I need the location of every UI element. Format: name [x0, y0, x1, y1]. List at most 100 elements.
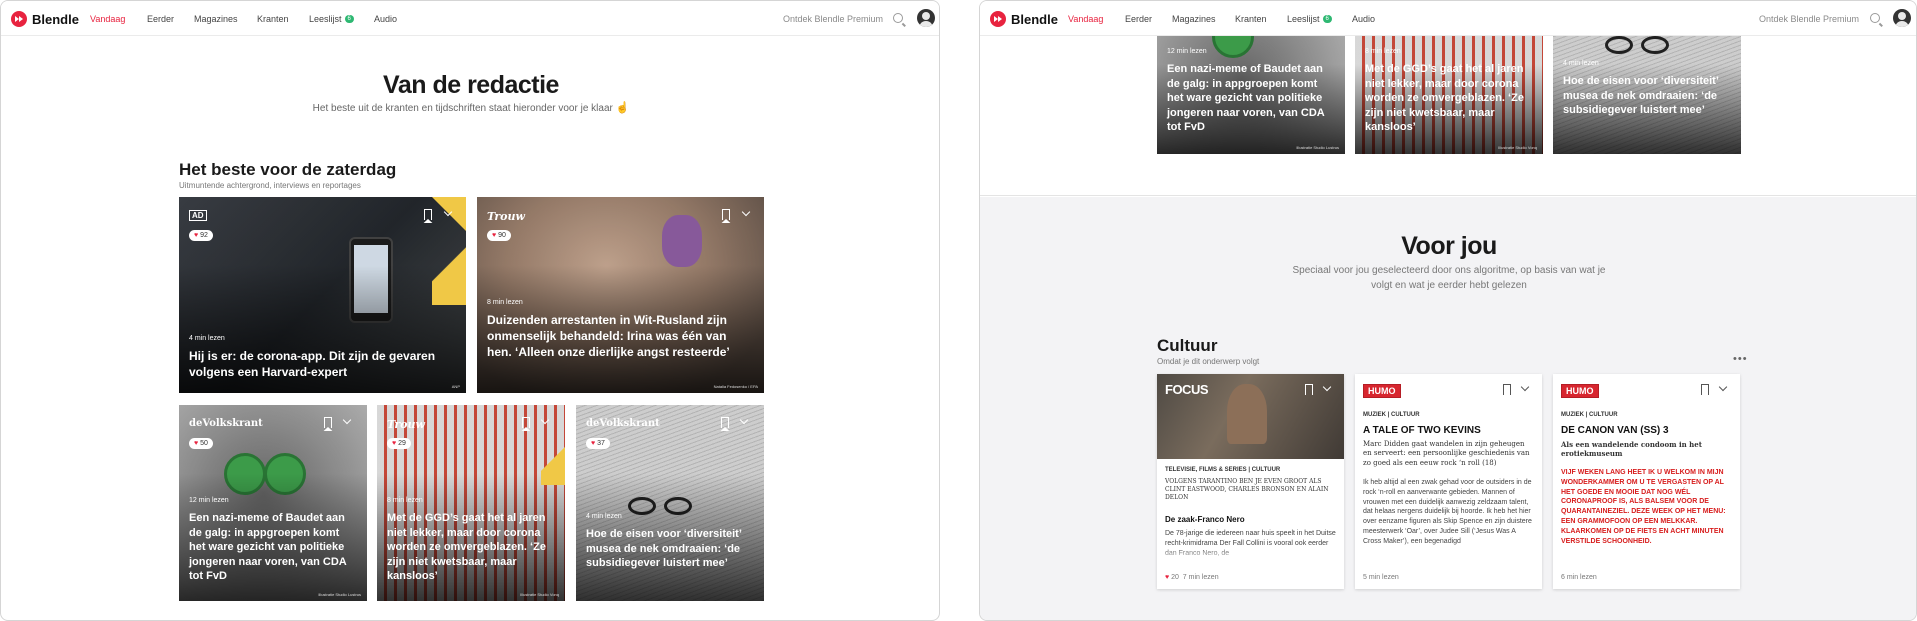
blendle-logo-icon [11, 11, 27, 27]
nav-item-leeslijst[interactable]: Leeslijst 6 [1287, 14, 1332, 24]
publisher-logo: deVolkskrant [586, 418, 660, 429]
reading-time: 4 min lezen [189, 335, 225, 342]
bookmark-icon[interactable] [424, 209, 432, 220]
publisher-logo: FOCUS [1165, 382, 1209, 397]
publisher-logo: HUMO [1561, 384, 1599, 398]
article-meta: ♥ 20 7 min lezen [1165, 574, 1219, 581]
article-title: Duizenden arrestanten in Wit-Rusland zij… [487, 313, 730, 359]
scrolled-section: 12 min lezen Een nazi-meme of Baudet aan… [980, 16, 1916, 196]
article-card[interactable]: 8 min lezen Met de GGD’s gaat het al jar… [1355, 16, 1543, 154]
article-kicker: VOLGENS TARANTINO BEN JE EVEN GROOT ALS … [1165, 478, 1329, 502]
article-card[interactable]: Trouw ♥ 29 8 min lezen Met de GGD’s gaat… [377, 405, 565, 601]
article-card[interactable]: 12 min lezen Een nazi-meme of Baudet aan… [1157, 16, 1345, 154]
heart-icon: ♥ [1165, 574, 1170, 581]
avatar[interactable] [1893, 9, 1911, 27]
article-title: Hoe de eisen voor ‘diversiteit’ musea de… [1563, 75, 1719, 117]
photo-credit: Illustratie Studio Vonq [520, 592, 559, 597]
page-title: Van de redactie [383, 71, 559, 99]
nav-item-audio[interactable]: Audio [374, 14, 397, 24]
nav-item-eerder[interactable]: Eerder [1125, 14, 1152, 24]
article-card[interactable]: 4 min lezen Hoe de eisen voor ‘diversite… [1553, 16, 1741, 154]
bookmark-icon[interactable] [1305, 384, 1313, 395]
article-card[interactable]: AD ♥ 92 4 min lezen Hij is er: de corona… [179, 197, 466, 393]
like-count[interactable]: ♥ 37 [586, 438, 610, 449]
article-card[interactable]: Trouw ♥ 90 8 min lezen Duizenden arresta… [477, 197, 764, 393]
bookmark-icon[interactable] [721, 417, 729, 428]
nav-item-magazines[interactable]: Magazines [1172, 14, 1216, 24]
premium-link[interactable]: Ontdek Blendle Premium [1759, 14, 1859, 24]
reading-time: 8 min lezen [487, 299, 523, 306]
avatar[interactable] [917, 9, 935, 27]
section-subtitle: Uitmuntende achtergrond, interviews en r… [179, 181, 361, 190]
premium-link[interactable]: Ontdek Blendle Premium [783, 14, 883, 24]
like-count[interactable]: ♥ 29 [387, 438, 411, 449]
more-options-icon[interactable]: ••• [1733, 353, 1748, 365]
heart-icon: ♥ [492, 232, 497, 239]
article-category: Televisie, films & series | Cultuur [1165, 467, 1281, 473]
blendle-logo[interactable]: Blendle [11, 10, 79, 28]
article-title: De zaak-Franco Nero [1165, 515, 1245, 524]
top-nav-bar: Blendle Vandaag Eerder Magazines Kranten… [980, 1, 1916, 36]
top-nav-bar: Blendle Vandaag Eerder Magazines Kranten… [1, 1, 939, 36]
bookmark-icon[interactable] [324, 417, 332, 428]
article-card[interactable]: deVolkskrant ♥ 50 12 min lezen Een nazi-… [179, 405, 367, 601]
chevron-down-icon[interactable] [1718, 382, 1728, 392]
right-browser-window: 12 min lezen Een nazi-meme of Baudet aan… [979, 0, 1917, 621]
photo-credit: Illustratie Studio Lustrus [318, 592, 361, 597]
article-card[interactable]: HUMO Muziek | Cultuur A TALE OF TWO KEVI… [1355, 374, 1542, 589]
leeslijst-count-badge: 6 [344, 15, 354, 23]
publisher-logo: deVolkskrant [189, 418, 263, 429]
blendle-logo[interactable]: Blendle [990, 10, 1058, 28]
heart-icon: ♥ [194, 440, 199, 447]
nav-item-leeslijst[interactable]: Leeslijst 6 [309, 14, 354, 24]
article-card[interactable]: HUMO Muziek | Cultuur DE CANON VAN (SS) … [1553, 374, 1740, 589]
reading-time: 8 min lezen [387, 497, 423, 504]
heart-icon: ♥ [194, 232, 199, 239]
read-ribbon-icon [541, 435, 565, 485]
topic-subtitle: Omdat je dit onderwerp volgt [1157, 357, 1260, 366]
bookmark-icon[interactable] [1503, 384, 1511, 395]
bookmark-icon[interactable] [722, 209, 730, 220]
nav-item-vandaag[interactable]: Vandaag [90, 14, 125, 24]
reading-time: 6 min lezen [1561, 574, 1597, 581]
search-icon[interactable] [1870, 13, 1880, 23]
like-count[interactable]: ♥ 90 [487, 230, 511, 241]
publisher-logo: AD [189, 210, 207, 221]
article-title: A TALE OF TWO KEVINS [1363, 425, 1481, 436]
publisher-logo: Trouw [387, 418, 425, 431]
nav-item-kranten[interactable]: Kranten [1235, 14, 1267, 24]
nav-item-kranten[interactable]: Kranten [257, 14, 289, 24]
portrait-illustration [1227, 384, 1267, 444]
article-title: Een nazi-meme of Baudet aan de galg: in … [189, 512, 347, 583]
like-count[interactable]: ♥ 50 [189, 438, 213, 449]
bookmark-icon[interactable] [522, 417, 530, 428]
bookmark-icon[interactable] [1701, 384, 1709, 395]
article-category: Muziek | Cultuur [1561, 412, 1618, 418]
article-title: Met de GGD’s gaat het al jaren niet lekk… [1365, 63, 1524, 134]
blendle-logo-icon [990, 11, 1006, 27]
nav-item-vandaag[interactable]: Vandaag [1068, 14, 1103, 24]
nav-item-magazines[interactable]: Magazines [194, 14, 238, 24]
for-you-subtitle: Speciaal voor jou geselecteerd door ons … [1292, 265, 1606, 291]
article-title: DE CANON VAN (SS) 3 [1561, 425, 1669, 436]
search-icon[interactable] [893, 13, 903, 23]
leeslijst-count-badge: 6 [1322, 15, 1332, 23]
article-excerpt: Vijf weken lang heet ik u welkom in mijn… [1561, 469, 1726, 545]
reading-time: 4 min lezen [1563, 60, 1599, 67]
reading-time: 5 min lezen [1363, 574, 1399, 581]
page-subtitle: Het beste uit de kranten en tijdschrifte… [312, 102, 630, 114]
like-count[interactable]: ♥ 92 [189, 230, 213, 241]
article-title: Hoe de eisen voor ‘diversiteit’ musea de… [586, 528, 742, 570]
nav-item-eerder[interactable]: Eerder [147, 14, 174, 24]
article-card[interactable]: FOCUS Televisie, films & series | Cultuu… [1157, 374, 1344, 589]
photo-credit: Illustratie Studio Vonq [1498, 145, 1537, 150]
article-intro: Als een wandelende condoom in het erotie… [1561, 440, 1702, 459]
left-browser-window: Blendle Vandaag Eerder Magazines Kranten… [0, 0, 940, 621]
article-card[interactable]: deVolkskrant ♥ 37 4 min lezen Hoe de eis… [576, 405, 764, 601]
heart-icon: ♥ [591, 440, 596, 447]
reading-time: 12 min lezen [1167, 48, 1207, 55]
reading-time: 8 min lezen [1365, 48, 1401, 55]
nav-item-audio[interactable]: Audio [1352, 14, 1375, 24]
chevron-down-icon[interactable] [1520, 382, 1530, 392]
logo-text: Blendle [1011, 11, 1058, 27]
